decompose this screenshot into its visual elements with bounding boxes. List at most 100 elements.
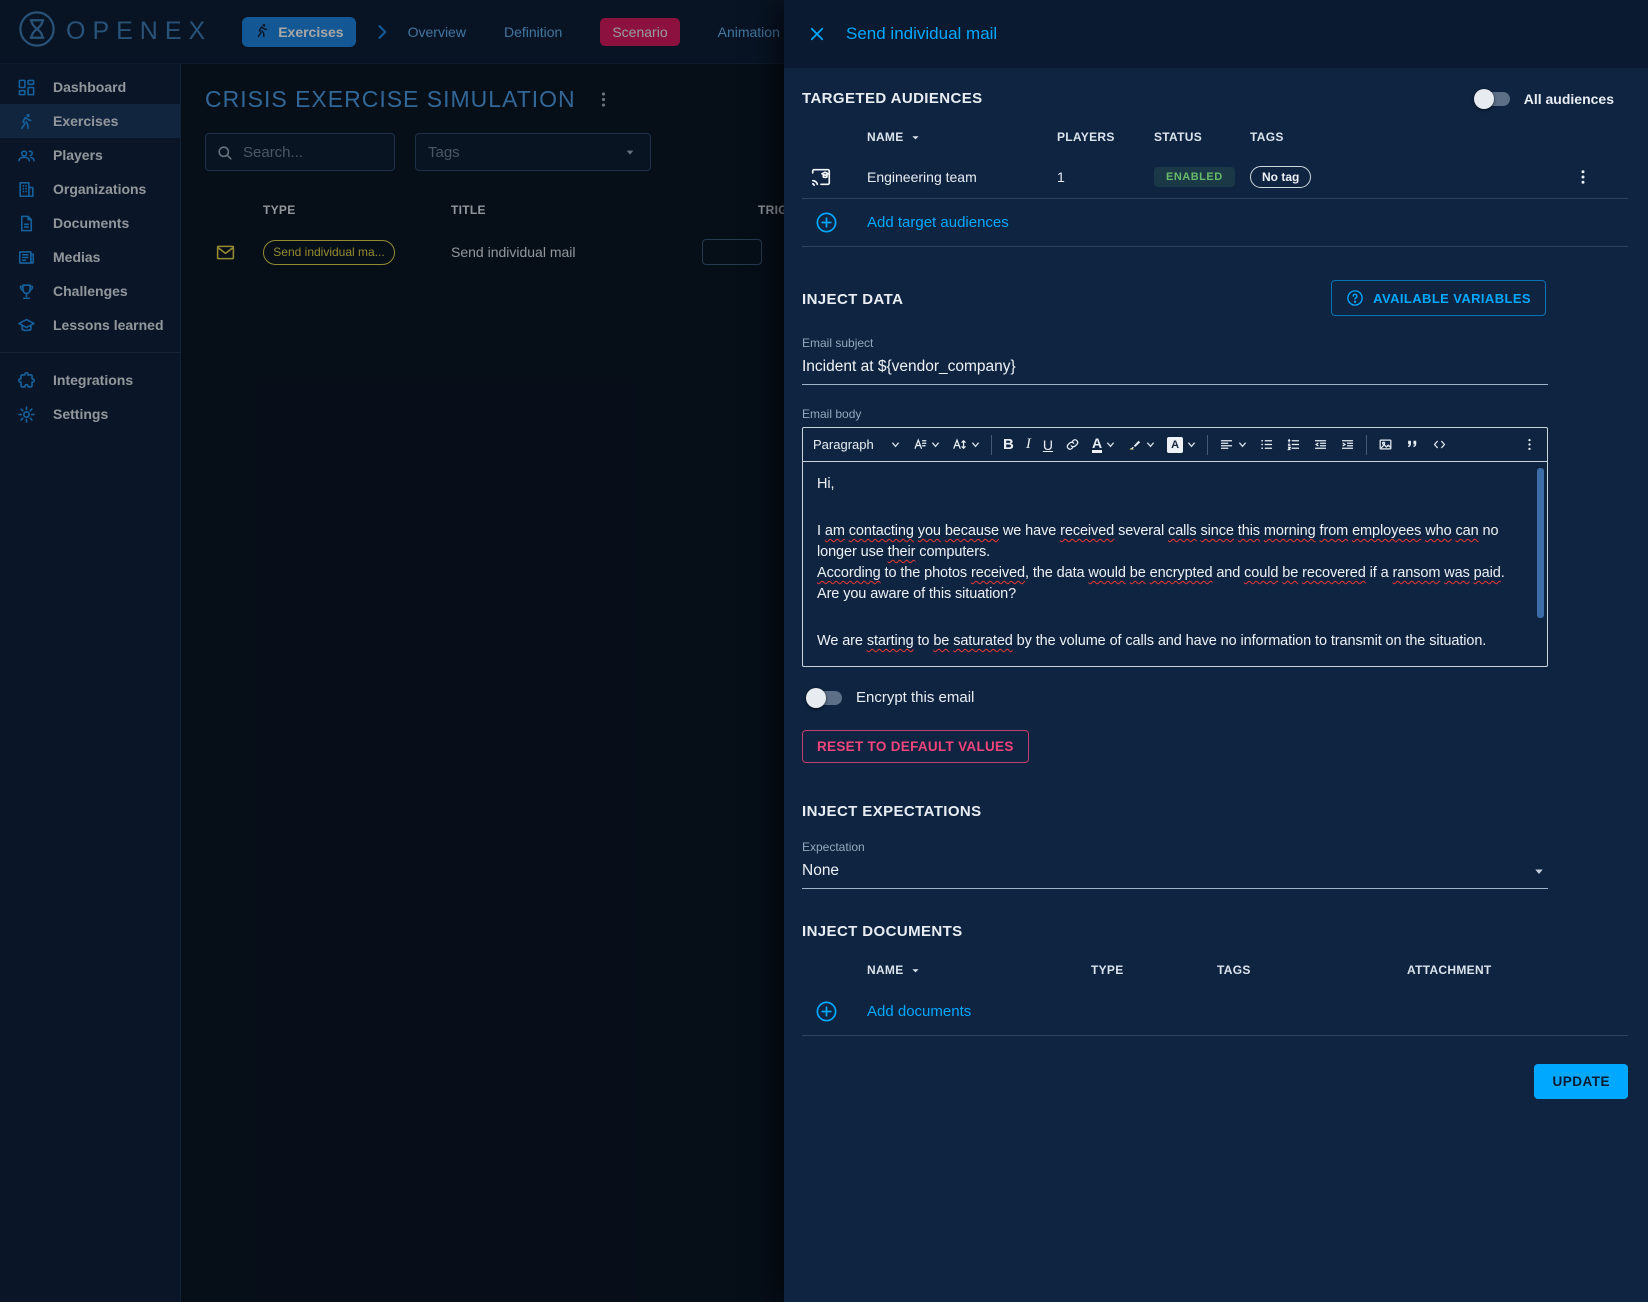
targeted-audiences-heading: TARGETED AUDIENCES [802, 90, 983, 107]
inject-data-heading: INJECT DATA [802, 291, 903, 308]
underline-icon: U [1043, 437, 1053, 453]
audiences-column-players: PLAYERS [1057, 130, 1154, 144]
drawer-title: Send individual mail [846, 24, 997, 44]
audience-name: Engineering team [867, 169, 1057, 185]
editor-content[interactable]: Hi,I am contacting you because we have r… [803, 462, 1547, 666]
quote-button[interactable] [1399, 432, 1426, 458]
audience-row[interactable]: Engineering team1ENABLED No tag [802, 155, 1628, 199]
caret-down-icon [1530, 862, 1548, 880]
reset-to-default-button[interactable]: RESET TO DEFAULT VALUES [802, 730, 1029, 763]
audiences-column-tags: TAGS [1250, 130, 1508, 144]
audience-status-badge: ENABLED [1154, 167, 1235, 187]
audience-row-kebab-menu[interactable] [1574, 168, 1628, 186]
numbered-list-button[interactable] [1280, 432, 1307, 458]
text-segment: I [817, 523, 825, 539]
numbered-list-icon [1286, 437, 1301, 452]
underline-button[interactable]: U [1037, 432, 1059, 458]
link-button[interactable] [1059, 432, 1086, 458]
audience-players: 1 [1057, 169, 1154, 185]
misspelled-word: this [1238, 523, 1260, 539]
paragraph-style-dropdown[interactable]: Paragraph [807, 432, 906, 458]
misspelled-word: starting [867, 633, 914, 649]
documents-column-tags: TAGS [1217, 963, 1407, 977]
editor-scrollbar[interactable] [1537, 468, 1544, 618]
font-size-icon [952, 437, 967, 452]
bulleted-list-icon [1259, 437, 1274, 452]
misspelled-word: encrypted [1150, 565, 1213, 581]
alignment-dropdown-button[interactable] [1213, 432, 1253, 458]
italic-icon: I [1026, 436, 1031, 453]
misspelled-word: be [1130, 565, 1146, 581]
misspelled-word: ransom [1393, 565, 1441, 581]
outdent-icon [1313, 437, 1328, 452]
text-segment: several [1114, 523, 1168, 539]
more-icon [1522, 437, 1537, 452]
email-subject-value: Incident at ${vendor_company} [802, 358, 1016, 376]
font-family-dropdown-button[interactable] [906, 432, 946, 458]
add-target-audiences-label: Add target audiences [867, 214, 1009, 231]
indent-button[interactable] [1334, 432, 1361, 458]
font-background-dropdown-button[interactable]: A [1161, 432, 1202, 458]
misspelled-word: calls [1168, 523, 1197, 539]
misspelled-word: since [1201, 523, 1234, 539]
code-icon [1432, 437, 1447, 452]
column-label: ATTACHMENT [1407, 963, 1492, 977]
misspelled-word: According [817, 565, 881, 581]
column-label: TAGS [1250, 130, 1284, 144]
audience-tag-chip: No tag [1250, 166, 1311, 188]
chevron-down-icon [1238, 440, 1247, 449]
text-segment: if a [1366, 565, 1393, 581]
email-subject-input[interactable]: Incident at ${vendor_company} [802, 358, 1548, 385]
indent-icon [1340, 437, 1355, 452]
available-variables-button[interactable]: AVAILABLE VARIABLES [1331, 280, 1546, 316]
misspelled-word: saturated [953, 633, 1013, 649]
misspelled-word: would [1088, 565, 1125, 581]
chevron-down-icon [971, 440, 980, 449]
update-button[interactable]: UPDATE [1534, 1064, 1628, 1099]
audiences-column-name[interactable]: NAME [867, 130, 1057, 145]
inject-documents-heading: INJECT DOCUMENTS [802, 923, 963, 940]
misspelled-word: their [888, 544, 916, 560]
more-button[interactable] [1516, 432, 1543, 458]
misspelled-word: because [945, 523, 999, 539]
help-icon [1346, 289, 1364, 307]
add-circle-icon [815, 211, 838, 234]
font-family-icon [912, 437, 927, 452]
encrypt-email-toggle[interactable] [808, 691, 842, 705]
drawer-header: Send individual mail [784, 0, 1648, 68]
outdent-button[interactable] [1307, 432, 1334, 458]
expectation-select[interactable]: None [802, 862, 1548, 889]
misspelled-word: you [918, 523, 941, 539]
text-segment: We are [817, 633, 867, 649]
misspelled-word: am [825, 523, 845, 539]
available-variables-label: AVAILABLE VARIABLES [1373, 291, 1531, 306]
all-audiences-toggle[interactable] [1476, 92, 1510, 106]
email-body-label: Email body [802, 407, 1628, 421]
italic-button[interactable]: I [1020, 432, 1037, 458]
code-button[interactable] [1426, 432, 1453, 458]
quote-icon [1405, 437, 1420, 452]
column-label: TYPE [1091, 963, 1124, 977]
font-size-dropdown-button[interactable] [946, 432, 986, 458]
close-icon[interactable] [808, 25, 826, 43]
add-circle-icon [815, 1000, 838, 1023]
image-icon [1378, 437, 1393, 452]
misspelled-word: can [1456, 523, 1479, 539]
add-documents[interactable]: Add documents [802, 988, 1628, 1036]
openex-app: OPENEX Exercises OverviewDefinitionScena… [0, 0, 1648, 1302]
bold-button[interactable]: B [997, 432, 1020, 458]
add-target-audiences[interactable]: Add target audiences [802, 199, 1628, 247]
documents-column-name[interactable]: NAME [867, 963, 1091, 978]
chevron-down-icon [891, 440, 900, 449]
documents-table-header: NAMETYPE TAGSATTACHMENT [802, 962, 1628, 978]
toolbar-separator [1366, 435, 1367, 455]
sort-desc-icon [908, 963, 923, 978]
image-button[interactable] [1372, 432, 1399, 458]
misspelled-word: be [933, 633, 949, 649]
bulleted-list-button[interactable] [1253, 432, 1280, 458]
link-icon [1065, 437, 1080, 452]
highlight-dropdown-button[interactable] [1121, 432, 1161, 458]
inject-expectations-heading: INJECT EXPECTATIONS [802, 803, 982, 820]
chevron-down-icon [1187, 440, 1196, 449]
font-color-dropdown-button[interactable]: A [1086, 432, 1121, 458]
